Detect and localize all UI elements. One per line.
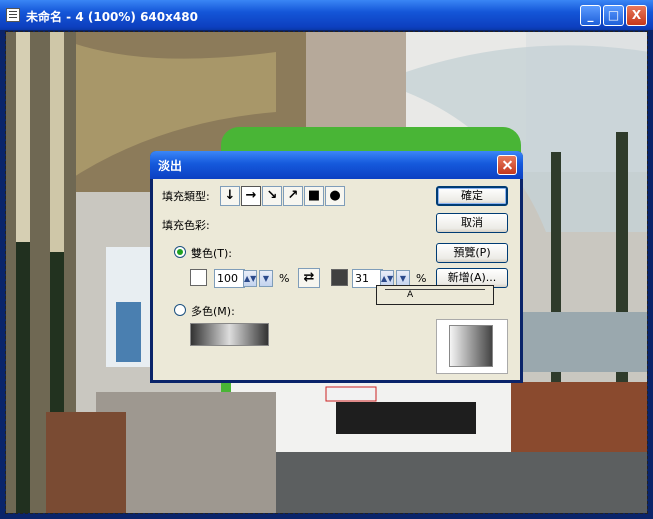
minimize-button[interactable]: _ (580, 5, 601, 26)
multi-color-label: 多色(M): (191, 305, 235, 318)
preview-box (436, 319, 508, 374)
close-button[interactable]: X (626, 5, 647, 26)
rectangle-icon: ■ (307, 188, 321, 203)
diagonal-up-icon: ↗ (287, 188, 299, 203)
window-title: 未命名 - 4 (100%) 640x480 (26, 10, 198, 24)
start-percent: % (279, 272, 290, 285)
fade-dialog: 淡出 填充類型: 填充色彩: ↓ → ↘ ↗ ■ ● 確定 取消 預覽(P) 新… (150, 151, 523, 383)
preview-button[interactable]: 預覽(P) (436, 243, 508, 263)
start-color-swatch[interactable] (190, 269, 207, 286)
fill-type-rectangle[interactable]: ■ (304, 186, 324, 206)
radial-icon: ● (329, 188, 341, 203)
diagonal-down-icon: ↘ (266, 188, 278, 203)
dialog-title: 淡出 (158, 159, 183, 173)
multi-color-gradient[interactable] (190, 323, 269, 346)
swap-colors-button[interactable]: ⇄ (298, 268, 320, 288)
image-canvas[interactable]: 淡出 填充類型: 填充色彩: ↓ → ↘ ↗ ■ ● 確定 取消 預覽(P) 新… (5, 31, 648, 514)
two-color-label: 雙色(T): (191, 247, 233, 260)
swap-icon: ⇄ (303, 270, 315, 285)
end-percent: % (416, 272, 427, 285)
gradient-slider[interactable]: A (376, 285, 494, 305)
fill-type-radial[interactable]: ● (325, 186, 345, 206)
start-dropdown[interactable]: ▼ (259, 270, 273, 287)
fill-type-label: 填充類型: (162, 190, 210, 203)
fill-type-diagonal-down[interactable]: ↘ (262, 186, 282, 206)
slider-thumb-icon: A (407, 290, 414, 300)
dialog-body: 填充類型: 填充色彩: ↓ → ↘ ↗ ■ ● 確定 取消 預覽(P) 新增(A… (153, 179, 520, 380)
cancel-button[interactable]: 取消 (436, 213, 508, 233)
dialog-titlebar[interactable]: 淡出 (150, 151, 523, 179)
start-value-input[interactable]: 100 (214, 269, 245, 288)
two-color-radio[interactable] (174, 246, 186, 258)
window-titlebar[interactable]: 未命名 - 4 (100%) 640x480 _ □ X (0, 0, 653, 30)
fill-type-down[interactable]: ↓ (220, 186, 240, 206)
right-arrow-icon: → (245, 188, 257, 203)
document-icon (6, 8, 20, 22)
ok-button[interactable]: 確定 (436, 186, 508, 206)
down-arrow-icon: ↓ (224, 188, 236, 203)
start-spin-up[interactable]: ▲▼ (243, 270, 257, 287)
gradient-preview (449, 325, 493, 367)
fill-color-label: 填充色彩: (162, 219, 210, 232)
fill-type-diagonal-up[interactable]: ↗ (283, 186, 303, 206)
multi-color-radio[interactable] (174, 304, 186, 316)
dialog-close-button[interactable] (497, 155, 517, 175)
image-window: 未命名 - 4 (100%) 640x480 _ □ X 淡出 填充類型: 填充… (0, 0, 653, 519)
maximize-button[interactable]: □ (603, 5, 624, 26)
end-color-swatch[interactable] (331, 269, 348, 286)
fill-type-right[interactable]: → (241, 186, 261, 206)
